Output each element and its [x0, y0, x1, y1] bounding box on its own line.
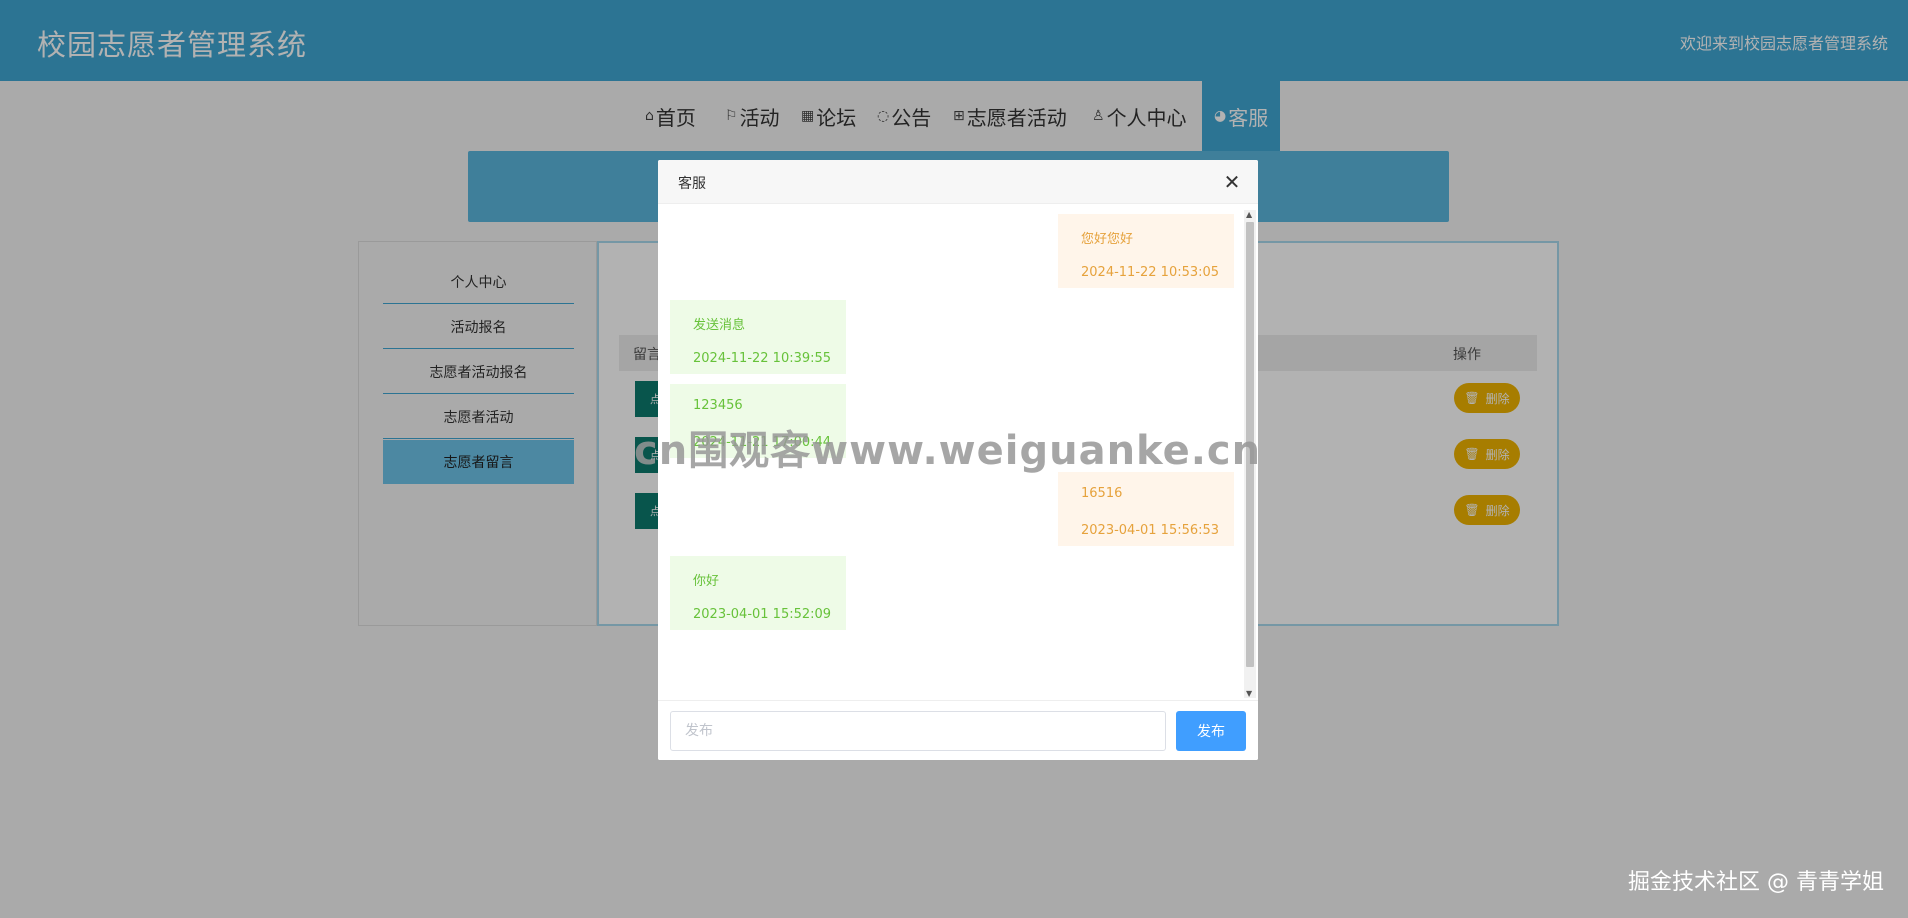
message-time: 2023-04-01 15:52:09 [693, 607, 832, 622]
message-input[interactable] [670, 711, 1166, 751]
message-text: 16516 [1081, 486, 1123, 501]
chat-message-received: 发送消息 2024-11-22 10:39:55 [670, 300, 846, 374]
message-time: 2024-11-22 10:39:55 [693, 351, 832, 366]
dialog-title: 客服 [678, 176, 706, 192]
message-time: 2023-04-01 15:56:53 [1081, 523, 1220, 538]
chat-message-sent: 您好您好 2024-11-22 10:53:05 [1058, 214, 1234, 288]
close-icon[interactable]: ✕ [1220, 170, 1244, 194]
message-text: 您好您好 [1081, 232, 1134, 247]
scroll-down-icon[interactable]: ▼ [1246, 689, 1252, 698]
message-text: 发送消息 [693, 318, 746, 333]
message-text: 你好 [693, 574, 720, 589]
dialog-footer: 发布 [658, 700, 1258, 760]
message-time: 2024-11-22 10:53:05 [1081, 265, 1220, 280]
chat-message-received: 你好 2023-04-01 15:52:09 [670, 556, 846, 630]
scroll-up-icon[interactable]: ▲ [1246, 210, 1252, 219]
chat-message-sent: 16516 2023-04-01 15:56:53 [1058, 472, 1234, 546]
dialog-header: 客服 ✕ [658, 160, 1258, 204]
watermark-corner: 掘金技术社区 @ 青青学姐 [1628, 870, 1884, 895]
publish-button[interactable]: 发布 [1176, 711, 1246, 751]
watermark-center: cn围观客www.weiguanke.cn [634, 428, 1262, 474]
